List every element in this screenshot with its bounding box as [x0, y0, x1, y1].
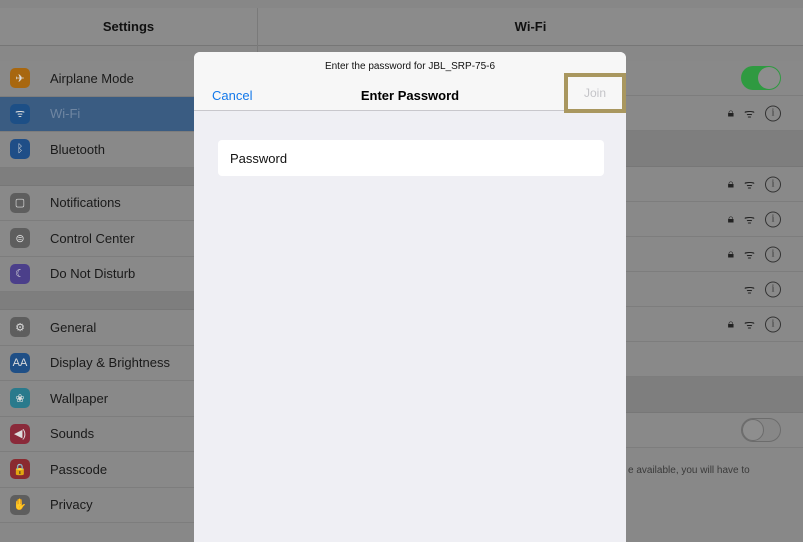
sidebar-item-label: Control Center	[50, 230, 135, 246]
bluetooth-icon: ᛒ	[10, 139, 30, 160]
moon-icon: ☾	[10, 263, 30, 284]
sidebar-item-label: Bluetooth	[50, 141, 105, 157]
notifications-icon: ▢	[10, 192, 30, 213]
info-icon[interactable]: i	[765, 246, 781, 262]
wifi-signal-icon: ᯤ	[744, 106, 755, 121]
info-icon[interactable]: i	[765, 211, 781, 227]
sidebar-item-label: Do Not Disturb	[50, 266, 136, 282]
sidebar-item-label: Wi-Fi	[50, 106, 81, 122]
lock-icon: 🔒︎	[727, 211, 735, 226]
dialog-title: Enter Password	[360, 88, 460, 103]
wifi-signal-icon: ᯤ	[744, 212, 755, 227]
sidebar-item-label: Privacy	[50, 497, 93, 513]
wifi-icon: ᯤ	[10, 103, 30, 124]
dialog-header: Enter the password for JBL_SRP-75-6 Canc…	[194, 52, 626, 113]
speaker-icon: ◀)	[10, 423, 30, 444]
info-icon[interactable]: i	[765, 176, 781, 192]
sidebar-item-label: General	[50, 319, 97, 335]
wifi-toggle[interactable]	[741, 66, 781, 90]
lock-icon: 🔒︎	[727, 105, 735, 120]
dialog-prompt: Enter the password for JBL_SRP-75-6	[324, 61, 496, 72]
join-label: Join	[583, 86, 606, 100]
gear-icon: ⚙	[10, 317, 30, 338]
settings-title: Settings	[0, 8, 257, 46]
lock-icon: 🔒︎	[727, 176, 735, 191]
password-dialog: Enter the password for JBL_SRP-75-6 Canc…	[194, 52, 626, 542]
info-icon[interactable]: i	[765, 316, 781, 332]
control-center-icon: ⊜	[10, 228, 30, 249]
sidebar-item-label: Sounds	[50, 426, 95, 442]
info-icon[interactable]: i	[765, 105, 781, 121]
lock-icon: 🔒	[10, 459, 30, 480]
sidebar-item-label: Wallpaper	[50, 390, 109, 406]
password-input[interactable]	[218, 140, 604, 176]
info-icon[interactable]: i	[765, 281, 781, 297]
wifi-title: Wi-Fi	[258, 8, 803, 46]
sidebar-item-label: Display & Brightness	[50, 355, 170, 371]
airplane-icon: ✈	[10, 68, 30, 89]
sidebar-item-label: Airplane Mode	[50, 70, 134, 86]
ask-to-join-footnote: e available, you will have to	[628, 465, 750, 476]
wifi-signal-icon: ᯤ	[744, 282, 755, 297]
hand-icon: ✋	[10, 494, 30, 515]
display-brightness-icon: AA	[10, 352, 30, 373]
sidebar-item-label: Notifications	[50, 195, 121, 211]
lock-icon: 🔒︎	[727, 316, 735, 331]
wallpaper-icon: ❀	[10, 388, 30, 409]
sidebar-item-label: Passcode	[50, 461, 108, 477]
wifi-signal-icon: ᯤ	[744, 247, 755, 262]
wifi-signal-icon: ᯤ	[744, 317, 755, 332]
wifi-signal-icon: ᯤ	[744, 177, 755, 192]
lock-icon: 🔒︎	[727, 246, 735, 261]
ask-to-join-toggle[interactable]	[741, 418, 781, 442]
join-button[interactable]: Join	[564, 73, 626, 113]
